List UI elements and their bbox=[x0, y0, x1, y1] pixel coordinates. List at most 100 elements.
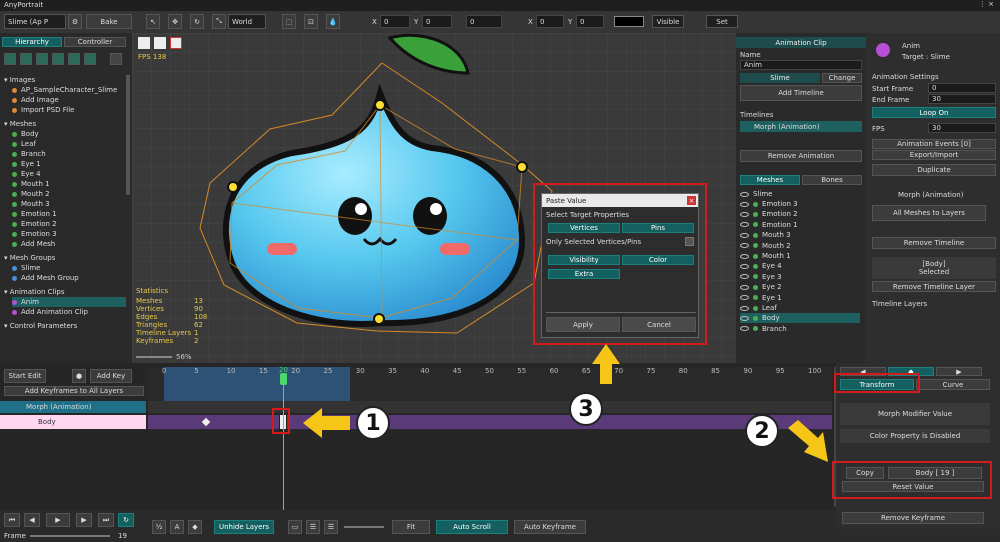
add-keyframes-all-button[interactable]: Add Keyframes to All Layers bbox=[4, 386, 144, 396]
filter-icons[interactable] bbox=[4, 53, 124, 67]
zoom-slider[interactable] bbox=[344, 526, 384, 528]
view-paint-icon[interactable] bbox=[170, 37, 182, 49]
remove-animation-button[interactable]: Remove Animation bbox=[740, 150, 862, 162]
rotate-tool-icon[interactable]: ↻ bbox=[190, 14, 204, 29]
tree-section-groups[interactable]: ▾ Mesh Groups bbox=[4, 253, 126, 263]
zoom-bar[interactable]: 56% bbox=[136, 353, 196, 361]
last-frame-icon[interactable]: ⏭ bbox=[98, 513, 114, 527]
rotation-field[interactable]: 0 bbox=[466, 15, 502, 28]
view-list-icon[interactable] bbox=[154, 37, 166, 49]
pos-x-field[interactable]: 0 bbox=[380, 15, 410, 28]
anim-mesh-item[interactable]: Body bbox=[740, 313, 860, 324]
filter-anim-icon[interactable] bbox=[68, 53, 80, 65]
anim-mesh-item[interactable]: Emotion 3 bbox=[740, 199, 860, 209]
anim-mesh-item[interactable]: Eye 3 bbox=[740, 272, 860, 282]
tree-section-images[interactable]: ▾ Images bbox=[4, 75, 126, 85]
space-select[interactable]: World bbox=[228, 14, 266, 29]
track-body[interactable] bbox=[148, 415, 832, 429]
sort-numeric-icon[interactable]: ½ bbox=[152, 520, 166, 534]
dropper-tool-icon[interactable]: 💧 bbox=[326, 14, 340, 29]
target-select[interactable]: Slime (Ap P bbox=[4, 14, 66, 29]
add-timeline-button[interactable]: Add Timeline bbox=[740, 85, 862, 101]
tree-item-clips[interactable]: Anim bbox=[12, 297, 126, 307]
start-edit-button[interactable]: Start Edit bbox=[4, 369, 46, 383]
view-menu-icon[interactable] bbox=[138, 37, 150, 49]
remove-keyframe-button[interactable]: Remove Keyframe bbox=[842, 512, 984, 524]
layer-row-morph[interactable]: Morph (Animation) bbox=[0, 401, 146, 413]
tree-item-clips[interactable]: Add Animation Clip bbox=[12, 307, 134, 317]
filter-param-icon[interactable] bbox=[84, 53, 96, 65]
anim-mesh-item[interactable]: Mouth 1 bbox=[740, 251, 860, 261]
hierarchy-scrollbar[interactable] bbox=[126, 75, 130, 195]
timeline-item[interactable]: Morph (Animation) bbox=[740, 121, 862, 132]
remove-timeline-button[interactable]: Remove Timeline bbox=[872, 237, 996, 249]
anim-mesh-item[interactable]: Eye 1 bbox=[740, 293, 860, 303]
tree-item-meshes[interactable]: Leaf bbox=[12, 139, 134, 149]
visibility-eye-icon[interactable] bbox=[740, 295, 749, 301]
tree-item-meshes[interactable]: Emotion 1 bbox=[12, 209, 134, 219]
window-menu-icon[interactable]: ⋮ × bbox=[979, 0, 994, 8]
pos-y-field[interactable]: 0 bbox=[422, 15, 452, 28]
zoom-min-icon[interactable]: ▭ bbox=[288, 520, 302, 534]
tree-item-groups[interactable]: Add Mesh Group bbox=[12, 273, 134, 283]
start-frame-field[interactable]: 0 bbox=[928, 83, 996, 93]
tab-hierarchy[interactable]: Hierarchy bbox=[2, 37, 62, 47]
tree-section-params[interactable]: ▾ Control Parameters bbox=[4, 321, 126, 331]
tree-item-meshes[interactable]: Add Mesh bbox=[12, 239, 134, 249]
anim-mesh-item[interactable]: Eye 2 bbox=[740, 282, 860, 292]
tab-meshes[interactable]: Meshes bbox=[740, 175, 800, 185]
tree-item-meshes[interactable]: Branch bbox=[12, 149, 134, 159]
tree-item-images[interactable]: AP_SampleCharacter_Slime bbox=[12, 85, 134, 95]
set-button[interactable]: Set bbox=[706, 15, 738, 28]
first-frame-icon[interactable]: ⏮ bbox=[4, 513, 20, 527]
tree-item-groups[interactable]: Slime bbox=[12, 263, 134, 273]
change-button[interactable]: Change bbox=[822, 73, 862, 83]
auto-scroll-button[interactable]: Auto Scroll bbox=[436, 520, 508, 534]
visibility-eye-icon[interactable] bbox=[740, 211, 749, 217]
loop-icon[interactable]: ↻ bbox=[118, 513, 134, 527]
visibility-eye-icon[interactable] bbox=[740, 232, 749, 238]
filter-group-icon[interactable] bbox=[52, 53, 64, 65]
play-icon[interactable]: ▶ bbox=[46, 513, 70, 527]
anim-mesh-item[interactable]: Emotion 2 bbox=[740, 209, 860, 219]
pivot-tool-icon[interactable]: ⊡ bbox=[304, 14, 318, 29]
scale-tool-icon[interactable]: ⤡ bbox=[212, 14, 226, 29]
record-icon[interactable]: ● bbox=[72, 369, 86, 383]
tree-section-meshes[interactable]: ▾ Meshes bbox=[4, 119, 126, 129]
tree-item-images[interactable]: Import PSD File bbox=[12, 105, 134, 115]
auto-keyframe-button[interactable]: Auto Keyframe bbox=[514, 520, 586, 534]
anim-mesh-item[interactable]: Mouth 2 bbox=[740, 241, 860, 251]
bake-button[interactable]: Bake bbox=[86, 14, 132, 29]
color-swatch[interactable] bbox=[614, 16, 644, 27]
tree-item-meshes[interactable]: Emotion 2 bbox=[12, 219, 134, 229]
playhead-handle[interactable] bbox=[280, 373, 287, 385]
select-tool-icon[interactable]: ↖ bbox=[146, 14, 160, 29]
frame-slider[interactable] bbox=[30, 535, 110, 537]
visible-button[interactable]: Visible bbox=[652, 15, 684, 28]
duplicate-button[interactable]: Duplicate bbox=[872, 164, 996, 176]
visibility-eye-icon[interactable] bbox=[740, 243, 749, 249]
zoom-max-icon[interactable]: ☰ bbox=[324, 520, 338, 534]
timeline-ruler[interactable]: 0 5 10 15 20 25 30 35 40 45 50 55 60 65 70 75 80 85 90 95 10… bbox=[148, 367, 854, 401]
mesh-tree-root[interactable]: Slime bbox=[740, 189, 860, 199]
visibility-eye-icon[interactable] bbox=[740, 315, 749, 321]
visibility-eye-icon[interactable] bbox=[740, 201, 749, 207]
fit-button[interactable]: Fit bbox=[392, 520, 430, 534]
fps-field[interactable]: 30 bbox=[928, 123, 996, 133]
zoom-mid-icon[interactable]: ☰ bbox=[306, 520, 320, 534]
unhide-layers-button[interactable]: Unhide Layers bbox=[214, 520, 274, 534]
scale-x-field[interactable]: 0 bbox=[536, 15, 564, 28]
tree-item-meshes[interactable]: Mouth 2 bbox=[12, 189, 134, 199]
filter-mesh-icon[interactable] bbox=[36, 53, 48, 65]
track-morph[interactable] bbox=[148, 401, 832, 413]
prev-frame-icon[interactable]: ◀ bbox=[24, 513, 40, 527]
tab-bones[interactable]: Bones bbox=[802, 175, 862, 185]
bounds-tool-icon[interactable]: ⬚ bbox=[282, 14, 296, 29]
visibility-eye-icon[interactable] bbox=[740, 305, 749, 311]
animation-events-button[interactable]: Animation Events [0] bbox=[872, 139, 996, 149]
end-frame-field[interactable]: 30 bbox=[928, 94, 996, 104]
scale-y-field[interactable]: 0 bbox=[576, 15, 604, 28]
all-meshes-to-layers-button[interactable]: All Meshes to Layers bbox=[872, 205, 986, 221]
layer-row-body[interactable]: Body bbox=[0, 415, 146, 429]
tree-item-meshes[interactable]: Mouth 1 bbox=[12, 179, 134, 189]
